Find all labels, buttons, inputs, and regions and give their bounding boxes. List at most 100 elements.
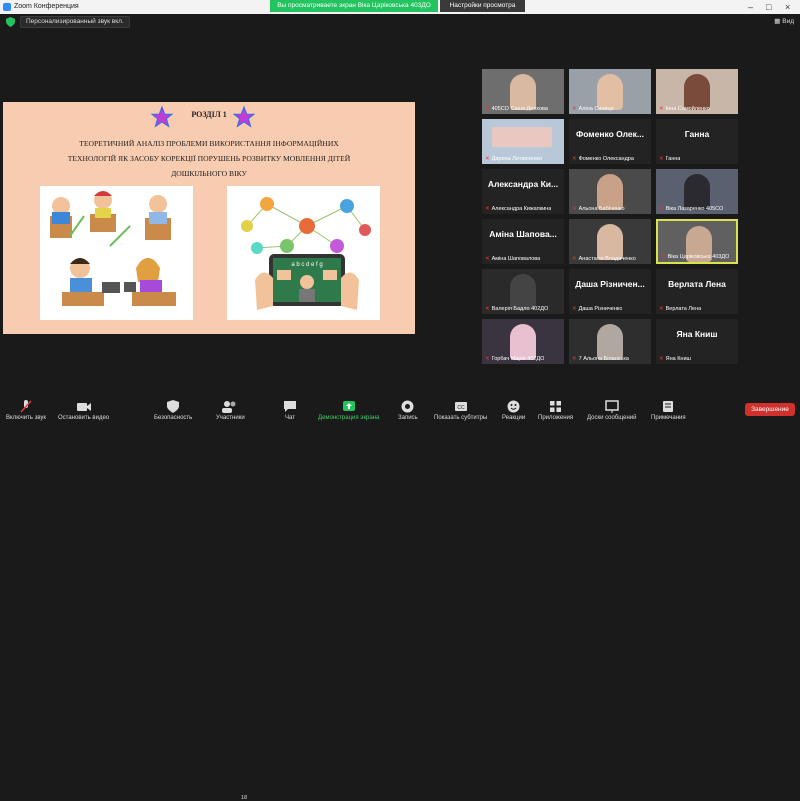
slide-body-line: ДОШКІЛЬНОГО ВІКУ bbox=[171, 169, 247, 178]
end-meeting-button[interactable]: Завершение bbox=[745, 403, 795, 416]
encryption-shield-icon[interactable] bbox=[6, 17, 15, 27]
slide-body-line: ТЕХНОЛОГІЙ ЯК ЗАСОБУ КОРЕКЦІЇ ПОРУШЕНЬ Р… bbox=[67, 154, 351, 163]
participant-video bbox=[597, 74, 623, 110]
share-screen-button[interactable]: Демонстрация экрана bbox=[318, 400, 379, 421]
participant-name: Верлата Лена bbox=[668, 279, 726, 289]
apps-grid-icon bbox=[550, 401, 562, 412]
participant-name: Даша Різничен... bbox=[575, 279, 645, 289]
participant-label: ✕ Верлата Лена bbox=[659, 306, 702, 312]
stop-video-label: Остановить видео bbox=[58, 415, 110, 421]
participant-name: Ганна bbox=[684, 129, 710, 139]
participant-video bbox=[597, 174, 623, 210]
closed-captions-icon: CC bbox=[454, 402, 467, 411]
video-camera-icon bbox=[76, 403, 91, 411]
tablet-text: a b c d e f g bbox=[291, 262, 322, 268]
children-with-devices-illustration bbox=[40, 186, 193, 320]
reactions-label: Реакции bbox=[502, 415, 526, 421]
reactions-button[interactable]: Реакции bbox=[502, 400, 525, 421]
participant-tile[interactable]: ✕ Віка Лазаренко 405СО bbox=[656, 169, 738, 214]
chat-button[interactable]: Чат bbox=[283, 400, 297, 421]
muted-mic-icon: ✕ bbox=[659, 306, 664, 312]
notes-label: Примечания bbox=[651, 415, 686, 421]
participant-tile[interactable]: Аміна Шапова... ✕ Аміна Шаповалова bbox=[482, 219, 564, 264]
apps-button[interactable]: Приложения bbox=[538, 400, 573, 421]
participant-tile[interactable]: ✕ 405СО Саша Деяхова bbox=[482, 69, 564, 114]
participant-tile[interactable]: ✕ Аліна Синиця bbox=[569, 69, 651, 114]
muted-mic-icon: ✕ bbox=[485, 106, 490, 112]
minimize-icon[interactable]: – bbox=[748, 0, 753, 14]
participant-tile[interactable]: Даша Різничен... ✕ Даша Різниченко bbox=[569, 269, 651, 314]
view-label: Вид bbox=[782, 18, 794, 25]
participant-tile[interactable]: ✕ Анастасія Владиченко bbox=[569, 219, 651, 264]
participant-label: ✕ Валерія Бадло 402ДО bbox=[485, 306, 549, 312]
muted-mic-icon: ✕ bbox=[661, 254, 666, 260]
whiteboards-button[interactable]: Доски сообщений bbox=[587, 400, 637, 421]
participant-label: ✕ Ганна bbox=[659, 156, 681, 162]
muted-mic-icon: ✕ bbox=[659, 206, 664, 212]
record-icon bbox=[401, 400, 414, 413]
unmute-button[interactable]: Включить звук bbox=[6, 400, 46, 421]
participant-video bbox=[597, 224, 623, 260]
participant-tile[interactable]: Александра Ки... ✕ Александра Кижапкина bbox=[482, 169, 564, 214]
shared-slide: РОЗДІЛ 1 ТЕОРЕТИЧНИЙ АНАЛІЗ ПРОБЛЕМИ ВИК… bbox=[3, 102, 415, 334]
muted-mic-icon: ✕ bbox=[572, 156, 577, 162]
view-settings-button[interactable]: Настройки просмотра bbox=[440, 0, 525, 12]
network-and-tablet-illustration: a b c d e f g bbox=[227, 186, 380, 320]
view-button[interactable]: ▦ Вид bbox=[774, 17, 794, 25]
stop-video-button[interactable]: Остановить видео bbox=[58, 400, 109, 421]
participant-name: Яна Книш bbox=[676, 329, 718, 339]
whiteboard-icon bbox=[605, 400, 619, 413]
participant-tile[interactable]: Фоменко Олек... ✕ Фоменко Олександра bbox=[569, 119, 651, 164]
participant-tile[interactable]: Ганна ✕ Ганна bbox=[656, 119, 738, 164]
muted-mic-icon: ✕ bbox=[485, 356, 490, 362]
participant-name: Фоменко Олек... bbox=[575, 129, 645, 139]
maximize-icon[interactable]: □ bbox=[766, 0, 771, 14]
svg-text:CC: CC bbox=[457, 405, 465, 411]
participant-tile[interactable]: Яна Книш ✕ Яна Книш bbox=[656, 319, 738, 364]
participant-video bbox=[510, 324, 536, 360]
participant-tile[interactable]: ✕ 7 Альона Біланська bbox=[569, 319, 651, 364]
participant-video bbox=[510, 74, 536, 110]
muted-mic-icon: ✕ bbox=[659, 156, 664, 162]
personalized-audio-status[interactable]: Персонализированный звук вкл. bbox=[20, 16, 130, 28]
captions-button[interactable]: CC Показать субтитры bbox=[434, 400, 487, 421]
participant-tile[interactable]: ✕ Валерія Бадло 402ДО bbox=[482, 269, 564, 314]
participant-label: ✕ Яна Книш bbox=[659, 356, 691, 362]
muted-mic-icon: ✕ bbox=[572, 306, 577, 312]
participant-video bbox=[492, 127, 552, 147]
muted-mic-icon: ✕ bbox=[572, 206, 577, 212]
participant-label: ✕ Александра Кижапкина bbox=[485, 206, 552, 212]
participant-name: Аміна Шапова... bbox=[489, 229, 557, 239]
meeting-toolbar: Включить звук Остановить видео Безопасно… bbox=[0, 393, 800, 801]
participant-label: ✕ Віка Царіковська 403ДО bbox=[661, 254, 730, 260]
participant-tile[interactable]: ✕ Дарина Литвиненко bbox=[482, 119, 564, 164]
muted-mic-icon: ✕ bbox=[659, 356, 664, 362]
participant-tile[interactable]: ✕ Інна Самойленко bbox=[656, 69, 738, 114]
participants-button[interactable]: Участники bbox=[216, 400, 245, 421]
zoom-logo-icon bbox=[3, 3, 11, 11]
participant-video bbox=[684, 174, 710, 210]
security-button[interactable]: Безопасность bbox=[154, 400, 192, 421]
close-icon[interactable]: × bbox=[785, 0, 790, 14]
slide-heading: РОЗДІЛ 1 bbox=[191, 110, 227, 119]
share-screen-label: Демонстрация экрана bbox=[318, 415, 380, 421]
muted-mic-icon: ✕ bbox=[485, 306, 490, 312]
participant-label: ✕ Інна Самойленко bbox=[659, 106, 710, 112]
record-button[interactable]: Запись bbox=[398, 400, 418, 421]
participant-label: ✕ Дарина Литвиненко bbox=[485, 156, 543, 162]
participant-tile-active-speaker[interactable]: ✕ Віка Царіковська 403ДО bbox=[656, 219, 738, 264]
security-label: Безопасность bbox=[154, 415, 193, 421]
participant-video bbox=[597, 324, 623, 360]
notes-button[interactable]: Примечания bbox=[651, 400, 686, 421]
participant-tile[interactable]: ✕ Горбач Марія 402ДО bbox=[482, 319, 564, 364]
participant-tile[interactable]: Верлата Лена ✕ Верлата Лена bbox=[656, 269, 738, 314]
window-title: Zoom Конференция bbox=[14, 3, 79, 10]
muted-mic-icon: ✕ bbox=[572, 356, 577, 362]
chat-bubble-icon bbox=[284, 401, 296, 412]
unmute-label: Включить звук bbox=[6, 415, 47, 421]
participant-tile[interactable]: ✕ Альона Бабіченко bbox=[569, 169, 651, 214]
captions-label: Показать субтитры bbox=[434, 415, 488, 421]
participant-video bbox=[684, 74, 710, 110]
screen-share-banner: Вы просматриваете экран Віка Царіковська… bbox=[270, 0, 438, 12]
record-label: Запись bbox=[398, 415, 418, 421]
